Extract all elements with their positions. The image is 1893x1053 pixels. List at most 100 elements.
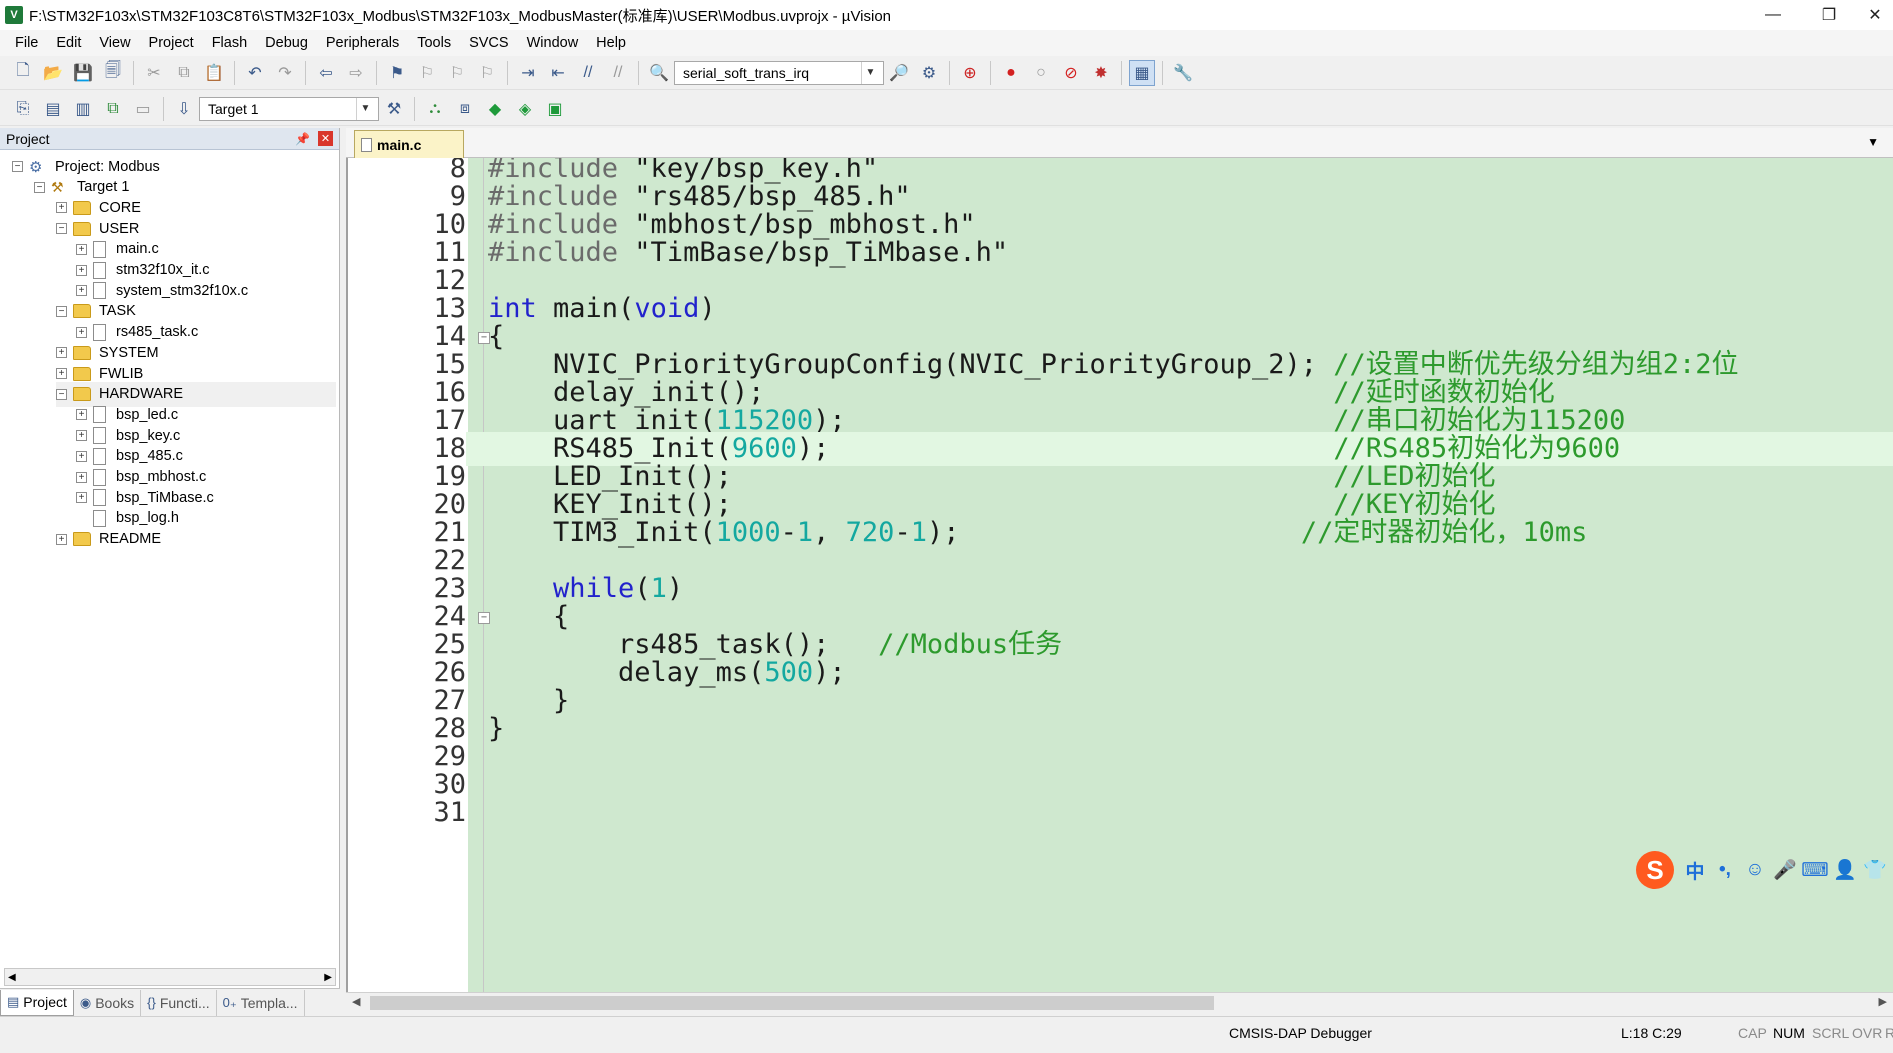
chevron-down-icon[interactable]: ▼ [861, 61, 879, 84]
menu-help[interactable]: Help [587, 30, 635, 56]
clear-bookmarks-icon[interactable]: ⚐ [474, 60, 500, 86]
undo-icon[interactable]: ↶ [242, 60, 268, 86]
manage-run-time-env-icon[interactable]: ◆ [482, 96, 508, 122]
tree-expander-icon[interactable]: − [12, 161, 23, 172]
ime-voice-icon[interactable]: 🎤 [1770, 855, 1800, 885]
function-combo[interactable]: serial_soft_trans_irq ▼ [674, 60, 884, 85]
ime-keyboard-icon[interactable]: ⌨ [1800, 855, 1830, 885]
tree-expander-icon[interactable]: + [76, 450, 87, 462]
tree-expander-icon[interactable]: + [56, 202, 67, 214]
menu-edit[interactable]: Edit [47, 30, 90, 56]
window-layout-icon[interactable]: ▦ [1129, 59, 1155, 86]
pack-installer-icon[interactable]: ▣ [542, 96, 568, 122]
tree-expander-icon[interactable]: − [34, 181, 45, 193]
sogou-logo-icon[interactable]: S [1636, 851, 1674, 889]
menu-project[interactable]: Project [140, 30, 203, 56]
tree-expander-icon[interactable]: − [56, 305, 67, 317]
tree-expander-icon[interactable]: + [76, 326, 87, 338]
tab-books[interactable]: ◉ Books [74, 989, 142, 1016]
bookmark-icon[interactable]: ⚑ [384, 60, 410, 86]
navigate-back-icon[interactable]: ⇦ [313, 60, 339, 86]
indent-icon[interactable]: ⇥ [515, 60, 541, 86]
select-software-packs-icon[interactable]: ◈ [512, 96, 538, 122]
ime-language-toggle[interactable]: 中 [1680, 855, 1710, 885]
rebuild-icon[interactable]: ▥ [70, 96, 96, 122]
tree-expander-icon[interactable]: + [56, 368, 67, 379]
batch-build-icon[interactable]: ⧉ [100, 96, 126, 122]
menu-file[interactable]: File [6, 30, 47, 56]
tab-main-c[interactable]: main.c [354, 130, 464, 158]
tree-expander-icon[interactable]: + [76, 409, 87, 421]
start-debug-icon[interactable]: ⊕ [957, 60, 983, 86]
find-icon[interactable]: 🔎 [886, 60, 912, 86]
next-bookmark-icon[interactable]: ⚐ [444, 60, 470, 86]
close-icon[interactable]: ✕ [318, 131, 333, 146]
chevron-down-icon[interactable]: ▼ [356, 97, 374, 120]
menu-flash[interactable]: Flash [203, 30, 256, 56]
menu-debug[interactable]: Debug [256, 30, 317, 56]
uncomment-icon[interactable]: // [605, 60, 631, 86]
tab-templa[interactable]: 0₊ Templa... [217, 989, 305, 1016]
scrollbar-thumb[interactable] [370, 996, 1214, 1010]
ime-emoji-icon[interactable]: ☺ [1740, 855, 1770, 885]
translate-icon[interactable]: ⎘ [10, 96, 36, 122]
incremental-find-icon[interactable]: ⚙ [916, 60, 942, 86]
stop-build-icon[interactable]: ▭ [130, 96, 156, 122]
tree-expander-icon[interactable]: + [76, 243, 87, 255]
menu-view[interactable]: View [90, 30, 139, 56]
download-icon[interactable]: ⇩ [171, 96, 197, 122]
chevron-down-icon[interactable]: ▼ [1867, 135, 1879, 149]
tab-project[interactable]: ▤ Project [0, 989, 74, 1016]
manage-project-items-icon[interactable]: ⛬ [422, 96, 448, 122]
code-line[interactable]: 31 [348, 796, 1893, 830]
navigate-forward-icon[interactable]: ⇨ [343, 60, 369, 86]
redo-icon[interactable]: ↷ [272, 60, 298, 86]
ime-punctuation-icon[interactable]: •, [1710, 855, 1740, 885]
menu-svcs[interactable]: SVCS [460, 30, 518, 56]
editor-horizontal-scrollbar[interactable]: ◀ ▶ [346, 992, 1893, 1012]
restore-button[interactable]: ❐ [1801, 0, 1857, 30]
ime-user-icon[interactable]: 👤 [1830, 855, 1860, 885]
scroll-left-icon[interactable]: ◀ [352, 995, 360, 1008]
enable-breakpoint-icon[interactable]: ○ [1028, 60, 1054, 86]
tree-expander-icon[interactable]: + [56, 347, 67, 359]
save-icon[interactable]: 💾 [70, 60, 96, 86]
tree-expander-icon[interactable]: + [76, 430, 87, 442]
paste-icon[interactable]: 📋 [201, 60, 227, 86]
prev-bookmark-icon[interactable]: ⚐ [414, 60, 440, 86]
tree-expander-icon[interactable]: − [56, 388, 67, 400]
tree-expander-icon[interactable]: + [76, 471, 87, 483]
target-combo[interactable]: Target 1 ▼ [199, 96, 379, 121]
comment-icon[interactable]: // [575, 60, 601, 86]
close-button[interactable]: ✕ [1857, 0, 1893, 30]
scroll-right-icon[interactable]: ▶ [1879, 995, 1887, 1008]
cut-icon[interactable]: ✂ [141, 60, 167, 86]
ime-skin-icon[interactable]: 👕 [1860, 855, 1890, 885]
find-in-files-icon[interactable]: 🔍 [646, 60, 672, 86]
minimize-button[interactable]: — [1745, 0, 1801, 30]
copy-icon[interactable]: ⧉ [171, 60, 197, 86]
scroll-right-icon[interactable]: ▶ [324, 972, 332, 983]
menu-window[interactable]: Window [518, 30, 588, 56]
kill-breakpoints-icon[interactable]: ✸ [1088, 60, 1114, 86]
tree-expander-icon[interactable]: − [56, 223, 67, 235]
unindent-icon[interactable]: ⇤ [545, 60, 571, 86]
tree-item-readme[interactable]: + README [56, 527, 336, 552]
tab-functi[interactable]: {} Functi... [141, 989, 217, 1016]
tree-expander-icon[interactable]: + [76, 285, 87, 297]
disable-breakpoints-icon[interactable]: ⊘ [1058, 60, 1084, 86]
menu-peripherals[interactable]: Peripherals [317, 30, 408, 56]
tree-expander-icon[interactable]: + [56, 533, 67, 545]
new-file-icon[interactable]: 🗋 [10, 60, 36, 86]
pin-icon[interactable]: 📌 [295, 132, 310, 146]
scroll-left-icon[interactable]: ◀ [8, 972, 16, 983]
configure-icon[interactable]: 🔧 [1170, 60, 1196, 86]
menu-tools[interactable]: Tools [408, 30, 460, 56]
open-file-icon[interactable]: 📂 [40, 60, 66, 86]
tree-expander-icon[interactable]: + [76, 492, 87, 504]
tree-expander-icon[interactable]: + [76, 264, 87, 276]
save-all-icon[interactable]: 🗐 [100, 60, 126, 86]
build-icon[interactable]: ▤ [40, 96, 66, 122]
target-options-icon[interactable]: ⚒ [381, 96, 407, 122]
manage-multi-project-icon[interactable]: ⧈ [452, 96, 478, 122]
